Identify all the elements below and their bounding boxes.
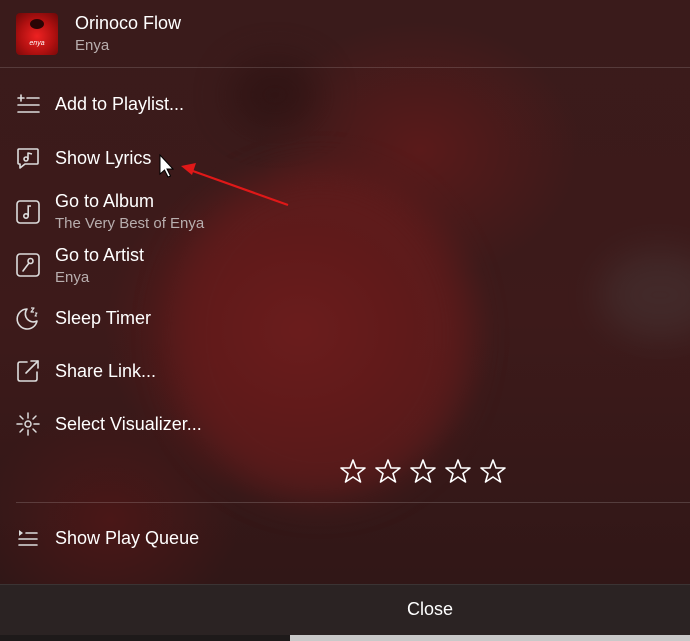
visualizer-icon [16, 412, 40, 436]
album-icon [16, 200, 40, 224]
menu-divider [16, 502, 690, 503]
artwork-figure [30, 19, 44, 29]
star-2-icon[interactable] [375, 458, 401, 484]
star-4-icon[interactable] [445, 458, 471, 484]
now-playing-header: enya Orinoco Flow Enya [0, 0, 690, 68]
play-queue-icon [18, 530, 38, 546]
select-visualizer-label: Select Visualizer... [55, 414, 202, 434]
share-link-label: Share Link... [55, 361, 157, 381]
show-play-queue-label: Show Play Queue [55, 528, 200, 548]
star-rating [340, 458, 506, 484]
artist-name: Enya [55, 269, 90, 286]
menu-item-go-to-album[interactable]: Go to Album The Very Best of Enya [0, 188, 690, 234]
track-title: Orinoco Flow [75, 13, 182, 33]
track-artist: Enya [75, 37, 110, 54]
add-to-playlist-icon [17, 94, 40, 113]
add-to-playlist-label: Add to Playlist... [55, 94, 185, 114]
menu-item-select-visualizer[interactable]: Select Visualizer... [0, 407, 690, 441]
sleep-timer-label: Sleep Timer [55, 308, 152, 328]
menu-item-add-to-playlist[interactable]: Add to Playlist... [0, 88, 690, 122]
close-button[interactable]: Close [170, 599, 690, 620]
menu-item-sleep-timer[interactable]: Sleep Timer [0, 301, 690, 335]
go-to-album-label: Go to Album [55, 191, 155, 211]
artwork-text: enya [29, 40, 45, 47]
menu-item-share-link[interactable]: Share Link... [0, 354, 690, 388]
moon-icon [16, 307, 38, 330]
footer-bar: Close [0, 584, 690, 636]
lyrics-icon [17, 148, 39, 169]
album-artwork: enya [16, 13, 58, 55]
artist-icon [16, 253, 40, 277]
menu-item-go-to-artist[interactable]: Go to Artist Enya [0, 242, 690, 288]
go-to-artist-label: Go to Artist [55, 245, 145, 265]
share-icon [17, 360, 39, 382]
bottom-edge [0, 635, 690, 641]
bottom-edge-segment [290, 635, 690, 641]
menu-item-show-lyrics[interactable]: Show Lyrics [0, 141, 690, 175]
star-3-icon[interactable] [410, 458, 436, 484]
star-5-icon[interactable] [480, 458, 506, 484]
menu-item-show-play-queue[interactable]: Show Play Queue [0, 521, 690, 555]
show-lyrics-label: Show Lyrics [55, 148, 152, 168]
album-name: The Very Best of Enya [55, 215, 205, 232]
star-1-icon[interactable] [340, 458, 366, 484]
